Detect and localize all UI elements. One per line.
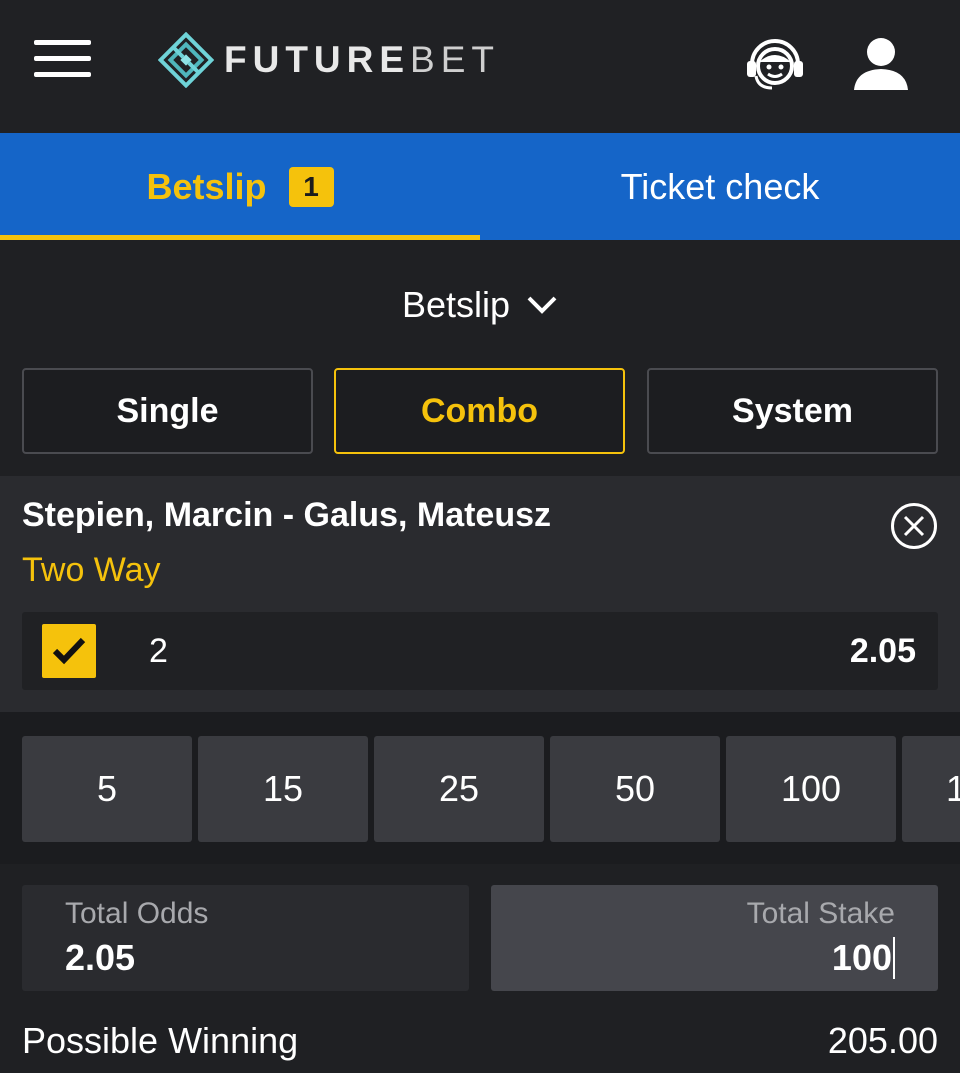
quick-stake-button[interactable]: 15 (198, 736, 368, 842)
possible-winning-value: 205.00 (827, 1020, 938, 1061)
total-odds-box: Total Odds 2.05 (22, 885, 469, 991)
quick-stake-button[interactable]: 5 (22, 736, 192, 842)
tab-ticket-check[interactable]: Ticket check (480, 133, 960, 240)
quick-stake-button[interactable]: 100 (726, 736, 896, 842)
total-stake-input[interactable]: Total Stake 100 (491, 885, 938, 991)
remove-selection-close-icon[interactable] (890, 502, 938, 550)
logo-icon (158, 32, 214, 88)
logo-text: FUTUREBET (224, 39, 500, 81)
bet-type-system-button[interactable]: System (647, 368, 938, 454)
bet-selection-card: Stepien, Marcin - Galus, Mateusz Two Way… (0, 476, 960, 712)
betslip-tabs: Betslip 1 Ticket check (0, 133, 960, 240)
customer-support-icon[interactable] (744, 34, 806, 94)
tab-ticket-check-label: Ticket check (620, 165, 820, 207)
tab-betslip[interactable]: Betslip 1 (0, 133, 480, 240)
chevron-down-icon (527, 296, 557, 314)
betslip-count-badge: 1 (288, 166, 334, 207)
app-header: FUTUREBET (0, 0, 960, 133)
quick-stake-button[interactable]: 1 (902, 736, 960, 842)
logo-text-bold: FUTURE (224, 39, 411, 80)
pick-odds: 2.05 (849, 632, 916, 670)
betslip-totals: Total Odds 2.05 Total Stake 100 Possible… (0, 864, 960, 1073)
futurebet-logo[interactable]: FUTUREBET (158, 30, 500, 90)
bet-type-combo-button[interactable]: Combo (334, 368, 625, 454)
possible-winning-label: Possible Winning (22, 1020, 299, 1061)
quick-stake-button[interactable]: 25 (374, 736, 544, 842)
hamburger-menu-icon[interactable] (34, 40, 92, 80)
market-name: Two Way (22, 551, 161, 589)
betslip-dropdown[interactable]: Betslip (0, 280, 960, 330)
total-odds-value: 2.05 (65, 937, 136, 978)
total-stake-value[interactable]: 100 (832, 937, 895, 979)
checkmark-icon (52, 637, 86, 665)
betslip-dropdown-label: Betslip (401, 284, 511, 325)
bet-type-single-button[interactable]: Single (22, 368, 313, 454)
total-stake-label: Total Stake (746, 897, 895, 930)
match-name: Stepien, Marcin - Galus, Mateusz (22, 496, 552, 534)
quick-stake-bar: 5 15 25 50 100 1 (0, 712, 960, 864)
total-odds-label: Total Odds (65, 897, 209, 930)
pick-outcome: 2 (149, 632, 168, 670)
logo-text-light: BET (410, 39, 501, 80)
tab-betslip-label: Betslip (146, 165, 267, 207)
quick-stake-button[interactable]: 50 (550, 736, 720, 842)
pick-checkbox[interactable] (42, 624, 96, 678)
user-account-icon[interactable] (852, 36, 910, 90)
pick-row: 2 2.05 (22, 612, 938, 690)
